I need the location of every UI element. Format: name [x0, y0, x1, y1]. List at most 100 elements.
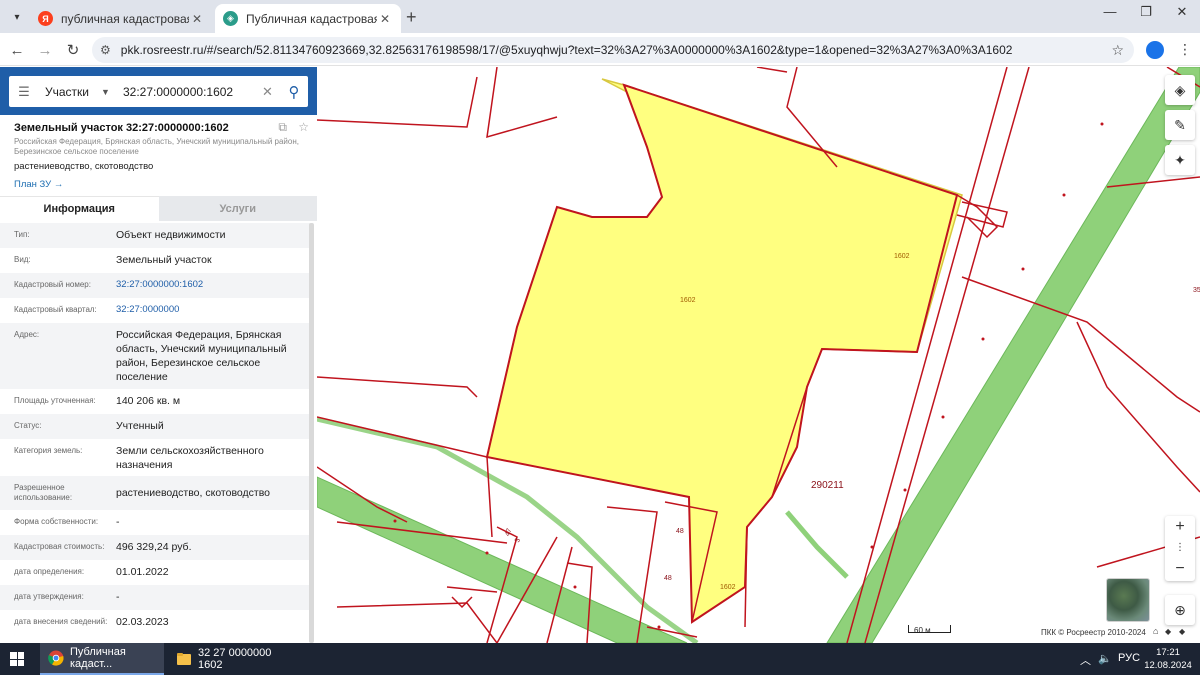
field-value: - [116, 591, 120, 603]
zoom-more-icon[interactable]: ⋮ [1165, 537, 1195, 558]
field-value: растениеводство, скотоводство [116, 487, 271, 499]
field-label: Кадастровая стоимость: [14, 542, 105, 551]
reload-button[interactable]: ↻ [62, 39, 84, 61]
field-value: 496 329,24 руб. [116, 541, 192, 553]
system-clock[interactable]: 17:21 12.08.2024 [1140, 646, 1196, 672]
field-label: Площадь уточненная: [14, 396, 96, 405]
info-panel: ☰ Участки ▼ 32:27:0000000:1602 ✕ ⚲ Земел… [0, 67, 317, 643]
field-row: Площадь уточненная: 140 206 кв. м [0, 389, 310, 414]
field-label: дата утверждения: [14, 592, 84, 601]
chrome-icon [48, 650, 64, 666]
tray-chevron-icon[interactable]: ︿ [1080, 652, 1091, 668]
browser-tab-bar: ▾ Я публичная кадастровая карта ✕ ◈ Публ… [0, 0, 1200, 33]
bookmark-star-icon[interactable]: ☆ [1111, 42, 1124, 59]
new-tab-button[interactable]: + [406, 7, 417, 28]
close-tab-icon[interactable]: ✕ [377, 12, 393, 26]
basemap-switcher[interactable] [1106, 578, 1150, 622]
forward-button[interactable]: → [34, 39, 56, 61]
field-value: Российская Федерация, Брянская область, … [116, 329, 287, 383]
profile-avatar[interactable] [1146, 41, 1164, 59]
field-label: Вид: [14, 255, 31, 264]
field-value: Объект недвижимости [116, 229, 226, 241]
field-row: Разрешенное использование: растениеводст… [0, 476, 310, 510]
search-type-select[interactable]: Участки [45, 85, 101, 99]
plan-link[interactable]: План ЗУ → [14, 179, 309, 190]
browser-menu-icon[interactable]: ⋮ [1178, 41, 1192, 58]
folder-icon [177, 653, 191, 665]
layers-icon[interactable]: ◈ [1165, 75, 1195, 105]
parcel-label-right: 1602 [894, 253, 910, 260]
tab-search-button[interactable]: ▾ [6, 6, 28, 28]
language-indicator[interactable]: РУС [1118, 652, 1140, 664]
minimize-button[interactable]: — [1090, 4, 1130, 19]
taskbar-app-label: Публичная кадаст... [70, 646, 126, 670]
maximize-button[interactable]: ❐ [1126, 4, 1166, 20]
field-row: Тип: Объект недвижимости [0, 223, 310, 248]
tab-services[interactable]: Услуги [158, 196, 317, 221]
home-icon[interactable]: ⌂ [1153, 626, 1158, 636]
zoom-controls: + ⋮ − [1165, 516, 1195, 581]
menu-icon[interactable]: ☰ [9, 84, 39, 100]
field-list: Тип: Объект недвижимости Вид: Земельный … [0, 223, 310, 635]
zoom-out-button[interactable]: − [1165, 558, 1195, 579]
yandex-icon: Я [38, 11, 53, 26]
field-label: Адрес: [14, 330, 40, 339]
taskbar-app-folder[interactable]: 32 27 0000000 1602 [168, 643, 294, 675]
road-right-stub [785, 510, 849, 579]
chevron-down-icon[interactable]: ▼ [101, 87, 119, 97]
close-tab-icon[interactable]: ✕ [189, 12, 205, 26]
cadastral-map[interactable]: 1602 1602 1602 290211 48 48 35 47 3 ◈ ✎ … [317, 67, 1200, 643]
field-row: дата утверждения: - [0, 585, 310, 610]
ruler-icon[interactable]: ✎ [1165, 110, 1195, 140]
block-label: 290211 [811, 480, 844, 491]
object-title: Земельный участок 32:27:0000000:1602 [14, 122, 229, 134]
search-icon[interactable]: ⚲ [280, 83, 308, 101]
rosreestr-icon: ◈ [223, 11, 238, 26]
panel-scrollbar[interactable] [309, 223, 314, 643]
search-input[interactable]: 32:27:0000000:1602 [123, 85, 262, 99]
site-settings-icon[interactable]: ⚙ [100, 43, 111, 57]
volume-icon[interactable]: 🔈 [1098, 652, 1112, 665]
favorite-star-icon[interactable]: ☆ [298, 120, 309, 134]
search-box: ☰ Участки ▼ 32:27:0000000:1602 ✕ ⚲ [9, 76, 308, 107]
tab-title: Публичная кадастровая карта [246, 11, 377, 26]
field-label: дата определения: [14, 567, 85, 576]
back-button[interactable]: ← [6, 39, 28, 61]
browser-tab-2[interactable]: ◈ Публичная кадастровая карта ✕ [215, 4, 401, 33]
field-row: Форма собственности: - [0, 510, 310, 535]
cadastral-quarter-link[interactable]: 32:27:0000000 [116, 298, 306, 323]
address-bar[interactable]: ⚙ pkk.rosreestr.ru/#/search/52.811347609… [92, 37, 1134, 63]
road-railway [826, 67, 1200, 643]
tab-title: публичная кадастровая карта [61, 11, 189, 26]
zoom-to-object-icon[interactable]: ⧉ [278, 120, 287, 134]
close-window-button[interactable]: ✕ [1162, 4, 1200, 20]
field-row: Статус: Учтенный [0, 414, 310, 439]
object-header: Земельный участок 32:27:0000000:1602 Рос… [14, 122, 309, 190]
field-row: Кадастровая стоимость: 496 329,24 руб. [0, 535, 310, 560]
zoom-in-button[interactable]: + [1165, 516, 1195, 537]
clear-search-icon[interactable]: ✕ [262, 84, 280, 100]
tab-information[interactable]: Информация [0, 196, 159, 221]
browser-tab-1[interactable]: Я публичная кадастровая карта ✕ [30, 4, 213, 33]
url-text[interactable]: pkk.rosreestr.ru/#/search/52.81134760923… [121, 43, 1112, 57]
map-canvas[interactable] [317, 67, 1200, 643]
locate-icon[interactable]: ✦ [1165, 145, 1195, 175]
field-value: - [116, 516, 120, 528]
navigation-icon[interactable]: ◆ [1165, 627, 1171, 636]
field-row: дата определения: 01.01.2022 [0, 560, 310, 585]
field-value: Земельный участок [116, 254, 212, 266]
windows-start-icon[interactable] [10, 652, 24, 666]
parcel-label-edge: 35 [1193, 287, 1200, 294]
compass-icon[interactable]: ⊕ [1165, 595, 1195, 625]
field-label: Кадастровый номер: [14, 280, 91, 289]
cadastral-number-link[interactable]: 32:27:0000000:1602 [116, 273, 306, 298]
field-value: Учтенный [116, 420, 164, 432]
road-cross [956, 201, 1008, 228]
parcel-label-48a: 48 [676, 528, 684, 535]
info-icon[interactable]: ◆ [1179, 627, 1185, 636]
field-label: Кадастровый квартал: [14, 305, 97, 314]
taskbar-app-chrome[interactable]: Публичная кадаст... [40, 643, 164, 675]
taskbar-app-label: 32 27 0000000 1602 [198, 647, 272, 671]
field-label: Разрешенное использование: [14, 483, 73, 502]
copyright-text: ПКК © Росреестр 2010-2024 [1041, 628, 1146, 637]
